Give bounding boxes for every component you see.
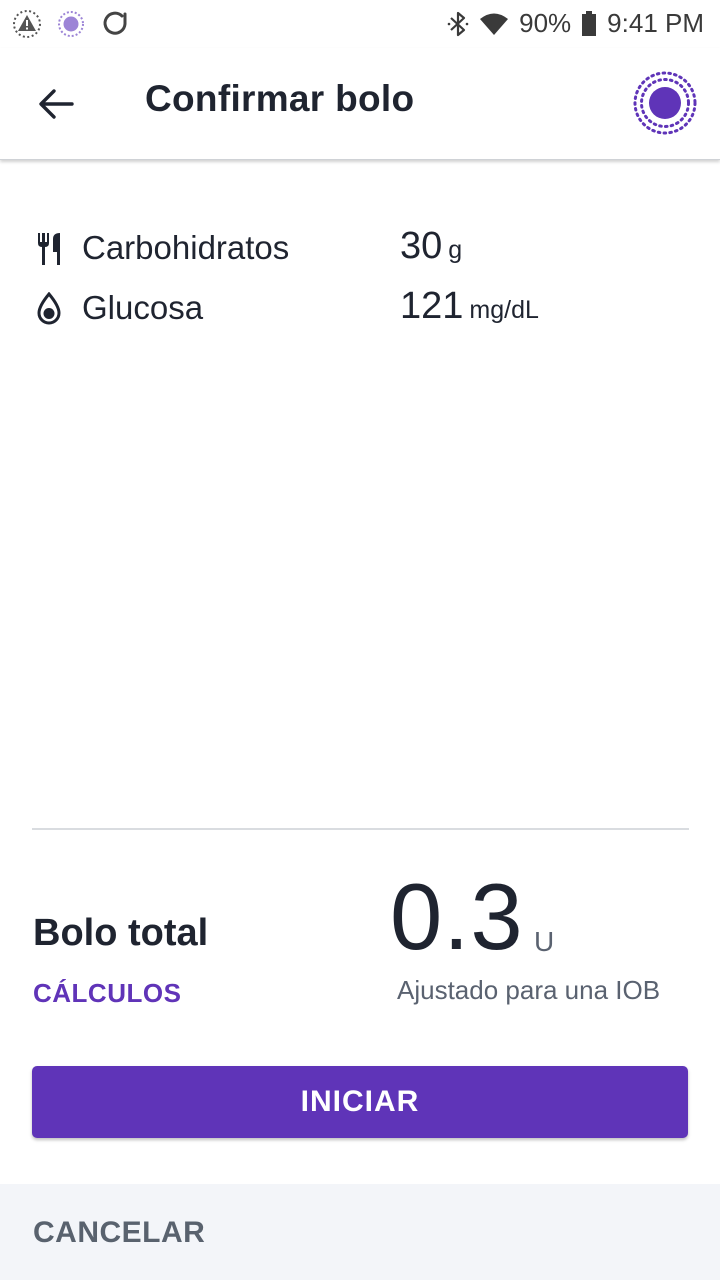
glucose-label: Glucosa	[82, 289, 204, 326]
carbs-row: Carbohidratos 30 g	[32, 225, 692, 275]
sync-icon	[100, 9, 130, 44]
status-icons-right: 90% 9:41 PM	[447, 8, 704, 39]
page-title: Confirmar bolo	[145, 78, 415, 119]
battery-percent: 90%	[519, 8, 572, 38]
pod-status-button[interactable]	[632, 70, 698, 136]
divider	[32, 828, 689, 830]
iob-adjust-note: Ajustado para una IOB	[397, 975, 661, 1005]
pod-status-icon	[56, 9, 86, 44]
glucose-amount: 121	[400, 285, 464, 327]
battery-icon	[581, 10, 597, 37]
glucose-row: Glucosa 121 mg/dL	[32, 285, 692, 335]
app-bar: Confirmar bolo	[0, 48, 720, 160]
carbs-amount: 30	[400, 225, 443, 267]
start-button[interactable]: INICIAR	[32, 1066, 688, 1138]
status-icons-left	[12, 9, 130, 44]
glucose-value: 121 mg/dL	[400, 285, 539, 328]
wifi-icon	[479, 12, 509, 36]
cancel-bar: CANCELAR	[0, 1184, 720, 1280]
carbs-unit: g	[448, 236, 463, 264]
status-time: 9:41 PM	[607, 8, 704, 38]
carbs-label: Carbohidratos	[82, 229, 290, 266]
cancel-button[interactable]: CANCELAR	[33, 1216, 205, 1250]
fork-knife-icon	[32, 231, 66, 267]
total-bolus-label: Bolo total	[33, 912, 209, 954]
glucose-unit: mg/dL	[469, 296, 539, 324]
bluetooth-icon	[447, 10, 469, 38]
arrow-back-icon	[39, 89, 74, 119]
blood-drop-icon	[32, 291, 66, 327]
carbs-value: 30 g	[400, 225, 462, 268]
total-bolus-value: 0.3	[390, 864, 524, 969]
back-button[interactable]	[30, 82, 82, 126]
status-bar: 90% 9:41 PM	[0, 0, 720, 48]
pod-status-icon	[633, 71, 697, 135]
total-bolus-unit: U	[534, 926, 555, 957]
warning-icon	[12, 9, 42, 44]
calculations-link[interactable]: CÁLCULOS	[33, 978, 181, 1009]
